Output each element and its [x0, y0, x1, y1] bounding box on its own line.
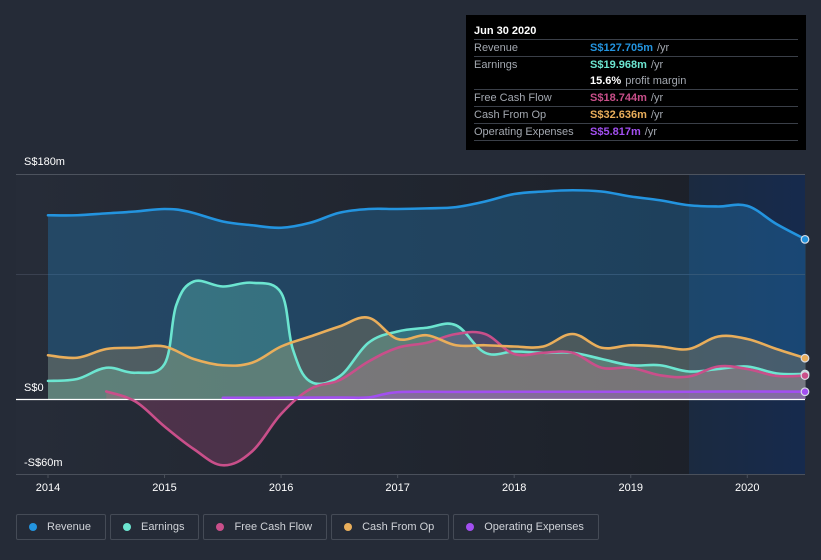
tooltip-value: S$18.744m — [590, 92, 647, 104]
tooltip-unit: /yr — [650, 92, 664, 104]
x-tick-label: 2019 — [619, 482, 643, 494]
tooltip-label: Earnings — [474, 59, 518, 71]
legend-dot-icon — [344, 523, 353, 531]
legend-label: Operating Expenses — [484, 521, 584, 533]
tooltip-value: S$5.817m — [590, 126, 641, 138]
y-tick-label: -S$60m — [24, 457, 63, 469]
y-tick-label: S$0 — [24, 382, 44, 394]
end-marker-revenue — [800, 234, 810, 244]
x-tick-label: 2018 — [502, 482, 526, 494]
tooltip-label — [474, 73, 590, 89]
legend-item-revenue[interactable]: Revenue — [16, 514, 107, 540]
tooltip-unit: /yr — [657, 42, 670, 54]
x-tick-label: 2015 — [152, 482, 176, 494]
x-tick-label: 2017 — [385, 482, 409, 494]
tooltip-row-profit-margin: 15.6% profit margin — [474, 73, 798, 90]
y-tick-label: S$180m — [24, 156, 65, 168]
tooltip-unit: /yr — [644, 126, 657, 138]
tooltip-value: S$19.968m — [590, 59, 647, 71]
legend-dot-icon — [466, 523, 475, 531]
tooltip-value: S$32.636m — [590, 109, 647, 121]
legend-label: Free Cash Flow — [234, 521, 313, 533]
tooltip-value: 15.6% — [590, 75, 622, 87]
tooltip-label: Revenue — [474, 42, 519, 54]
tooltip-unit: /yr — [650, 59, 664, 71]
tooltip-row-operating-expenses: Operating Expenses S$5.817m /yr — [474, 124, 798, 141]
x-tick-label: 2020 — [735, 482, 759, 494]
tooltip-value: S$127.705m — [590, 42, 653, 54]
end-marker-cash-from-op — [800, 353, 810, 363]
legend-dot-icon — [216, 523, 225, 531]
legend-item-earnings[interactable]: Earnings — [110, 514, 200, 540]
tooltip-label: Cash From Op — [474, 109, 547, 121]
legend-label: Earnings — [141, 521, 185, 533]
legend-dot-icon — [29, 523, 37, 531]
legend-item-free-cash-flow[interactable]: Free Cash Flow — [203, 514, 328, 540]
legend-item-operating-expenses[interactable]: Operating Expenses — [453, 514, 599, 540]
legend-dot-icon — [123, 523, 132, 531]
legend: Revenue Earnings Free Cash Flow Cash Fro… — [16, 514, 599, 540]
tooltip-label: Free Cash Flow — [474, 92, 552, 104]
tooltip-row-revenue: Revenue S$127.705m /yr — [474, 40, 798, 57]
tooltip-row-cash-from-op: Cash From Op S$32.636m /yr — [474, 107, 798, 124]
tooltip-label: Operating Expenses — [474, 126, 574, 138]
legend-label: Revenue — [47, 521, 92, 533]
tooltip-unit: profit margin — [625, 75, 687, 87]
x-tick-label: 2014 — [36, 482, 60, 494]
end-marker-free-cash-flow — [800, 371, 810, 380]
x-axis: 2014 2015 2016 2017 2018 2019 2020 — [36, 474, 760, 494]
x-tick-label: 2016 — [269, 482, 293, 494]
tooltip-date: Jun 30 2020 — [474, 23, 798, 40]
legend-label: Cash From Op — [362, 521, 435, 533]
tooltip-row-earnings: Earnings S$19.968m /yr — [474, 57, 798, 73]
legend-item-cash-from-op[interactable]: Cash From Op — [331, 514, 450, 540]
tooltip: Jun 30 2020 Revenue S$127.705m /yr Earni… — [466, 15, 806, 150]
tooltip-unit: /yr — [650, 109, 664, 121]
tooltip-row-free-cash-flow: Free Cash Flow S$18.744m /yr — [474, 90, 798, 107]
end-marker-operating-expenses — [800, 387, 810, 397]
